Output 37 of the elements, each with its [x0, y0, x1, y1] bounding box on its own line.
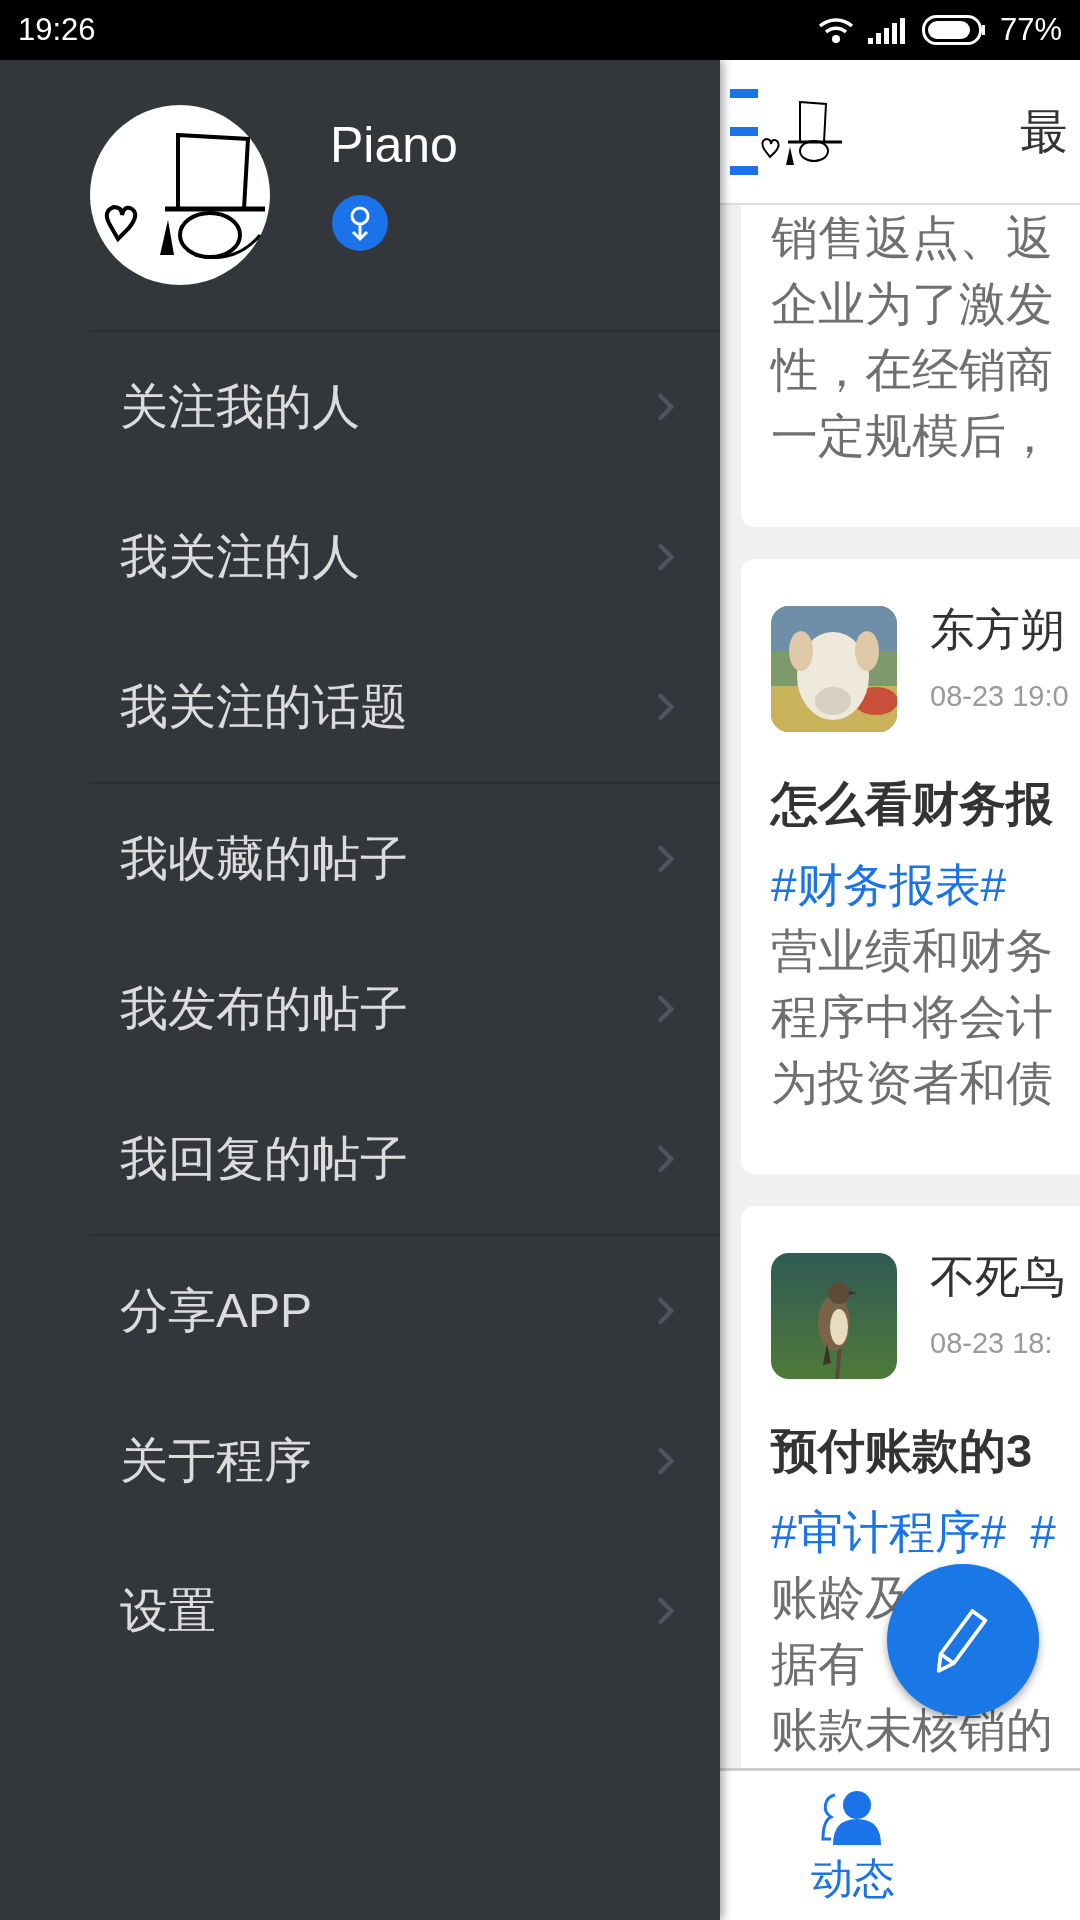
- battery-icon: [921, 15, 986, 45]
- menu-item[interactable]: 我发布的帖子: [90, 934, 720, 1084]
- nav-tab[interactable]: 动态: [768, 1771, 938, 1920]
- post-time: 08-23 18:: [930, 1326, 1054, 1361]
- menu-item[interactable]: 我回复的帖子: [90, 1084, 720, 1234]
- menu-item[interactable]: 分享APP: [90, 1236, 720, 1386]
- post-text-line: 据有: [771, 1636, 865, 1692]
- topic-tag[interactable]: #财务报表#: [771, 850, 1007, 920]
- post-text-line: 一定规模后，: [771, 408, 1053, 464]
- menu-item[interactable]: 我关注的人: [90, 482, 720, 632]
- status-time: 19:26: [18, 10, 96, 49]
- post-text-line: 营业绩和财务: [771, 923, 1053, 979]
- post-text-line: 程序中将会计: [771, 989, 1053, 1045]
- gender-icon: [332, 195, 388, 251]
- menu-item[interactable]: 我收藏的帖子: [90, 784, 720, 934]
- topic-tag[interactable]: #审计程序#: [771, 1497, 1007, 1567]
- signal-icon: [867, 16, 908, 44]
- page-title: 最: [1020, 103, 1068, 160]
- battery-percent: 77%: [999, 10, 1062, 49]
- menu-item[interactable]: 我关注的话题: [90, 632, 720, 782]
- menu-item[interactable]: 关注我的人: [90, 332, 720, 482]
- post-text-line: 为投资者和债: [771, 1055, 1053, 1111]
- wifi-icon: [817, 16, 854, 44]
- author-name: 东方朔: [930, 606, 1066, 654]
- post-text-line: 性，在经销商: [771, 342, 1053, 398]
- menu-item[interactable]: 设置: [90, 1536, 720, 1686]
- menu-icon[interactable]: [730, 88, 758, 175]
- post-title: 怎么看财务报: [771, 776, 1054, 832]
- author-name: 不死鸟: [930, 1253, 1065, 1301]
- menu-item[interactable]: 关于程序: [90, 1386, 720, 1536]
- post-text-line: 销售返点、返: [771, 210, 1053, 266]
- profile-name: Piano: [330, 116, 458, 175]
- post-title: 预付账款的3: [771, 1423, 1034, 1479]
- post-time: 08-23 19:0: [930, 679, 1069, 714]
- post-text-line: 账款未核销的: [771, 1702, 1053, 1758]
- post-text-line: 企业为了激发: [771, 276, 1053, 332]
- topic-tag[interactable]: #: [1030, 1497, 1056, 1567]
